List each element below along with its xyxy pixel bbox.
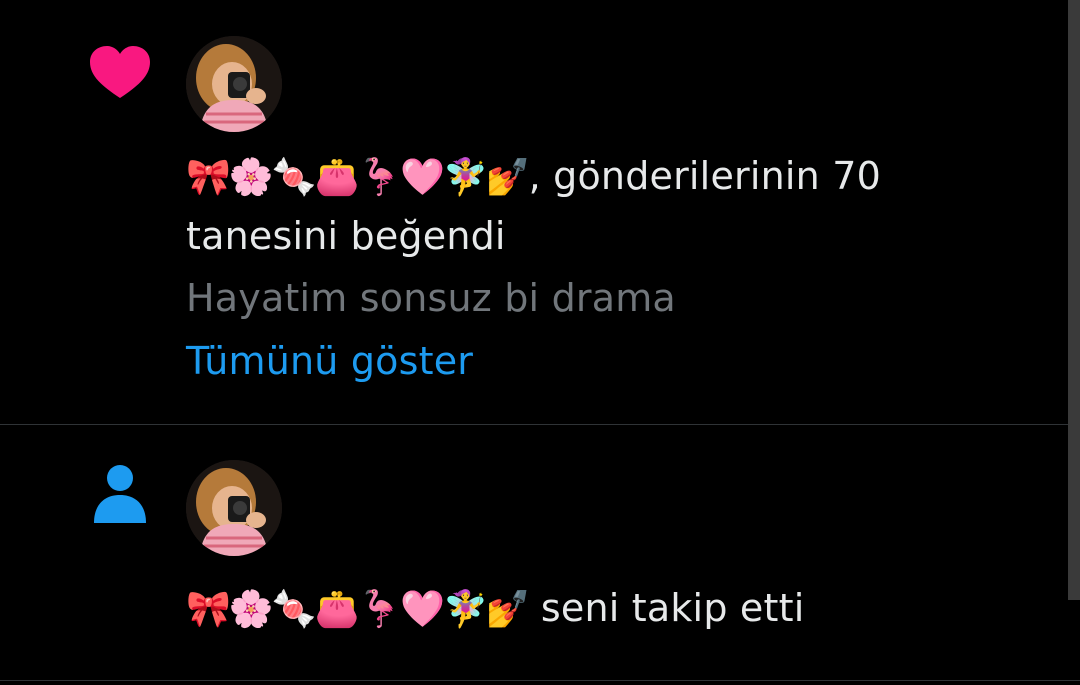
show-all-link[interactable]: Tümünü göster	[186, 330, 473, 392]
user-display-name[interactable]: 🎀🌸🍬👛🦩🩷🧚‍♀️💅	[186, 157, 531, 198]
action-text: , gönderilerinin 70	[528, 154, 881, 198]
avatar[interactable]	[186, 36, 282, 132]
post-preview[interactable]: Hayatim sonsuz bi drama	[186, 267, 676, 329]
scrollbar[interactable]	[1068, 0, 1080, 600]
user-display-name[interactable]: 🎀🌸🍬👛🦩🩷🧚‍♀️💅	[186, 589, 531, 630]
avatar[interactable]	[186, 460, 282, 556]
notification-follow[interactable]: 🎀🌸🍬👛🦩🩷🧚‍♀️💅 seni takip etti	[0, 425, 1068, 680]
notification-like[interactable]: 🎀🌸🍬👛🦩🩷🧚‍♀️💅, gönderilerinin 70 tanesini …	[0, 0, 1068, 424]
person-icon	[88, 461, 152, 525]
activity-text-line-2: tanesini beğendi	[186, 214, 506, 258]
activity-text-line-1: 🎀🌸🍬👛🦩🩷🧚‍♀️💅, gönderilerinin 70	[186, 145, 881, 209]
heart-icon	[88, 42, 152, 106]
divider	[0, 680, 1080, 681]
action-text: seni takip etti	[528, 586, 805, 630]
activity-text: 🎀🌸🍬👛🦩🩷🧚‍♀️💅 seni takip etti	[186, 577, 804, 641]
